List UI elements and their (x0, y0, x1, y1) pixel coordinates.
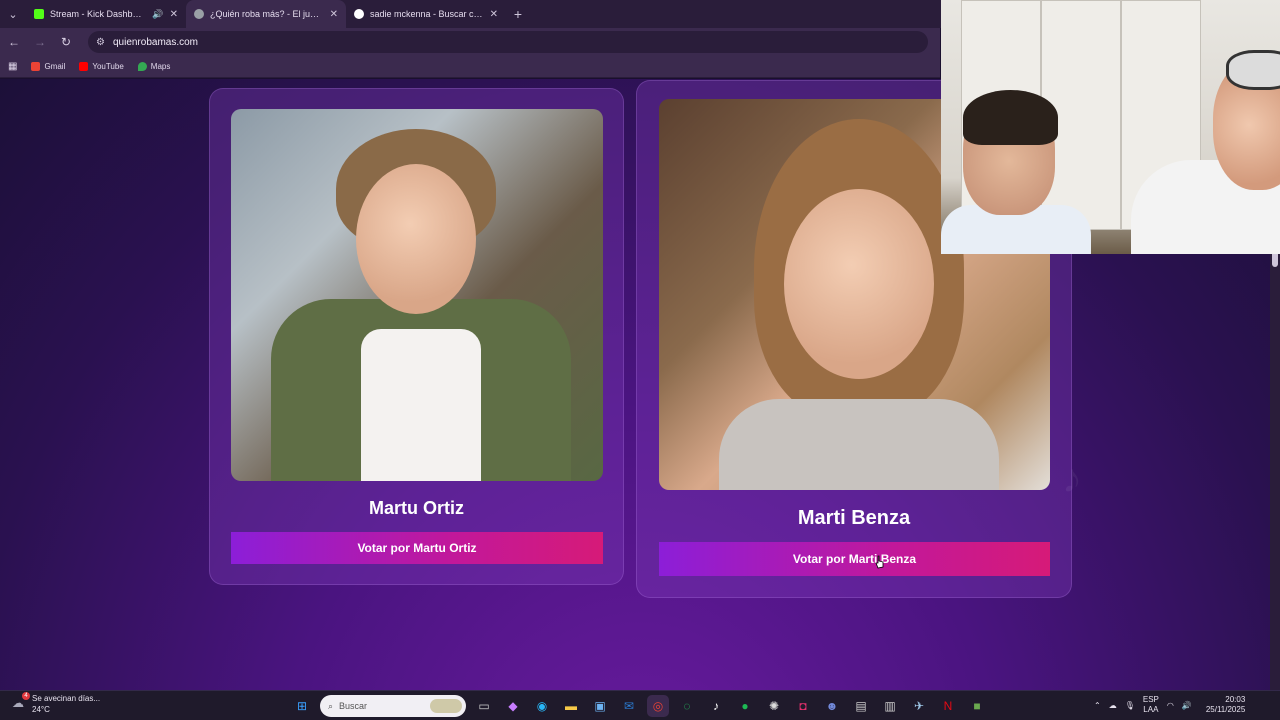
bookmark-maps[interactable]: Maps (137, 62, 171, 71)
copilot-icon[interactable]: ◆ (502, 695, 524, 717)
tiktok-icon[interactable]: ♪ (705, 695, 727, 717)
close-tab-icon[interactable]: ✕ (330, 9, 338, 20)
hand-cursor-icon (875, 555, 884, 569)
weather-widget[interactable]: ☁ 4 Se avecinan días... 24°C (10, 692, 101, 715)
discord-icon[interactable]: ☻ (821, 695, 843, 717)
spotify-icon[interactable]: ● (734, 695, 756, 717)
kick-favicon-icon (34, 9, 44, 19)
reload-icon[interactable]: ↻ (58, 35, 74, 49)
minecraft-icon[interactable]: ■ (966, 695, 988, 717)
address-bar-row: ← → ↻ ⚙ quienrobamas.com (0, 28, 940, 56)
speaker-icon[interactable]: 🔊 (152, 9, 163, 20)
edge-icon[interactable]: ◉ (531, 695, 553, 717)
chatgpt-icon[interactable]: ✺ (763, 695, 785, 717)
search-highlight-icon (430, 699, 462, 713)
bookmark-gmail[interactable]: Gmail (31, 62, 65, 71)
task-view-icon[interactable]: ▭ (473, 695, 495, 717)
whatsapp-icon[interactable]: ◌ (676, 695, 698, 717)
lang-code: ESP (1142, 695, 1159, 704)
close-tab-icon[interactable]: ✕ (490, 9, 498, 20)
candidate-name: Martu Ortiz (368, 498, 464, 518)
photo-sweater (719, 399, 999, 490)
chevron-up-icon[interactable]: ⌃ (1094, 701, 1101, 710)
file-explorer-icon[interactable]: ▬ (560, 695, 582, 717)
tiktok-watermark-icon: ♪ (1062, 457, 1082, 501)
youtube-icon (79, 62, 89, 71)
photo-face (356, 164, 476, 314)
taskbar-apps: ⊞ ⌕ Buscar ▭ ◆ ◉ ▬ ▣ ✉ ◎ ◌ ♪ ● ✺ ◘ ☻ ▤ ▥… (291, 695, 988, 717)
clock[interactable]: 20:03 25/11/2025 (1206, 695, 1245, 715)
gmail-icon (31, 62, 41, 71)
microphone-icon[interactable]: 🎙 (1125, 701, 1135, 710)
close-tab-icon[interactable]: ✕ (170, 9, 178, 20)
candidate-photo (231, 109, 603, 481)
back-arrow-icon[interactable]: ← (6, 35, 22, 49)
photo-face (784, 189, 934, 379)
store-icon[interactable]: ▣ (589, 695, 611, 717)
tab-search-icon[interactable]: ⌄ (0, 0, 26, 28)
site-favicon-icon (194, 9, 204, 19)
weather-temp: 24°C (32, 705, 50, 714)
weather-text: Se avecinan días... (32, 694, 101, 703)
steam-icon[interactable]: ✈ (908, 695, 930, 717)
volume-icon[interactable]: 🔊 (1182, 701, 1192, 710)
forward-arrow-icon[interactable]: → (32, 35, 48, 49)
bookmark-label: YouTube (92, 62, 124, 71)
webcam-overlay (941, 0, 1280, 254)
tab-google-search[interactable]: sadie mckenna - Buscar con Go ✕ (346, 0, 506, 28)
netflix-icon[interactable]: N (937, 695, 959, 717)
search-placeholder: Buscar (339, 701, 368, 711)
candidate-card: Martu Ortiz Votar por Martu Ortiz (209, 88, 624, 585)
notification-badge: 4 (22, 692, 30, 700)
bookmark-label: Maps (150, 62, 171, 71)
google-favicon-icon (354, 9, 364, 19)
outlook-icon[interactable]: ✉ (618, 695, 640, 717)
app-icon[interactable]: ▥ (879, 695, 901, 717)
bookmarks-bar: ▦ Gmail YouTube Maps (0, 56, 940, 78)
url-field[interactable]: ⚙ quienrobamas.com (88, 31, 928, 53)
url-text: quienrobamas.com (112, 36, 199, 48)
site-info-icon[interactable]: ⚙ (96, 37, 105, 48)
windows-start-icon[interactable]: ⊞ (291, 695, 313, 717)
lang-layout: LAA (1143, 705, 1159, 714)
candidate-name: Marti Benza (797, 507, 911, 529)
system-tray: ⌃ ☁ 🎙 ESP LAA ◠ 🔊 20:03 25/11/2025 (1094, 695, 1245, 715)
maps-icon (137, 62, 147, 71)
tab-kick-dashboard[interactable]: Stream - Kick Dashboard 🔊 ✕ (26, 0, 186, 28)
taskbar-search[interactable]: ⌕ Buscar (320, 695, 466, 717)
clock-time: 20:03 (1225, 695, 1246, 704)
windows-taskbar: ☁ 4 Se avecinan días... 24°C ⊞ ⌕ Buscar … (0, 690, 1280, 720)
person-hair (963, 90, 1058, 145)
bookmark-youtube[interactable]: YouTube (79, 62, 124, 71)
tab-title: ¿Quién roba más? - El juego qu (210, 9, 324, 19)
wifi-icon[interactable]: ◠ (1167, 701, 1174, 710)
tab-title: sadie mckenna - Buscar con Go (370, 9, 484, 19)
app-icon[interactable]: ▤ (850, 695, 872, 717)
clock-date: 25/11/2025 (1205, 705, 1246, 714)
chrome-icon[interactable]: ◎ (647, 695, 669, 717)
new-tab-button[interactable]: + (506, 6, 530, 22)
person-cap (1226, 50, 1280, 90)
tab-title: Stream - Kick Dashboard (50, 9, 147, 19)
instagram-icon[interactable]: ◘ (792, 695, 814, 717)
tab-quien-roba-mas[interactable]: ¿Quién roba más? - El juego qu ✕ (186, 0, 346, 28)
language-indicator[interactable]: ESP LAA (1143, 695, 1159, 715)
network-app-icon[interactable]: ☁ (1109, 701, 1117, 710)
apps-grid-icon[interactable]: ▦ (8, 61, 17, 72)
photo-shirt (361, 329, 481, 481)
bookmark-label: Gmail (44, 62, 66, 71)
vote-button[interactable]: Votar por Marti Benza (659, 542, 1050, 576)
search-icon: ⌕ (328, 700, 334, 711)
vote-button[interactable]: Votar por Martu Ortiz (231, 532, 603, 564)
